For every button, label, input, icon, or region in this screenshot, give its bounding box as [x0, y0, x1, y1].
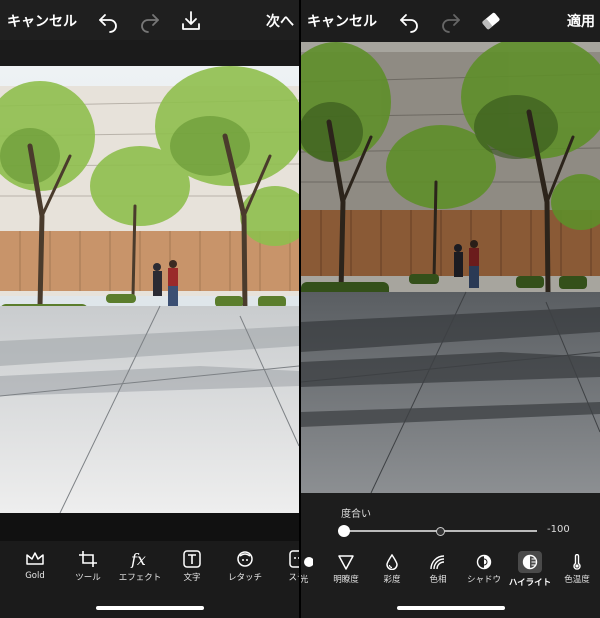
undo-icon[interactable] — [96, 9, 120, 33]
fx-icon: fx — [130, 550, 146, 568]
toolbar-label: ツール — [75, 573, 101, 583]
crop-icon — [79, 551, 97, 567]
adjustment-label: 彩度 — [383, 575, 401, 585]
adjustment-label: 色温度 — [564, 575, 590, 585]
adjustment-saturation[interactable]: 彩度 — [367, 554, 417, 585]
left-top-bar: キャンセル 次へ — [0, 0, 299, 40]
toolbar-item-gold[interactable]: Gold — [9, 550, 61, 581]
toolbar-item-retouch[interactable]: レタッチ — [219, 550, 271, 583]
text-icon — [183, 550, 201, 568]
next-button[interactable]: 次へ — [266, 11, 294, 31]
photo-canvas[interactable] — [0, 66, 299, 513]
toolbar-label: 文字 — [183, 573, 201, 583]
adjustment-label: 明瞭度 — [333, 575, 359, 585]
retouch-icon — [237, 551, 253, 567]
adjustment-clarity[interactable]: 明瞭度 — [321, 554, 371, 585]
download-icon[interactable] — [179, 9, 203, 33]
intensity-value: -100 — [547, 524, 570, 535]
toolbar-label: エフェクト — [118, 573, 162, 583]
adjustment-label: シャドウ — [466, 575, 501, 585]
adjustment-shadow[interactable]: シャドウ — [459, 554, 509, 585]
home-indicator[interactable] — [397, 606, 505, 610]
adjustment-label: ハイライト — [508, 578, 552, 588]
eraser-icon[interactable] — [479, 9, 503, 33]
active-adjustment-highlight-box — [518, 551, 542, 573]
toolbar-label: ステ — [288, 573, 299, 583]
toolbar-label: Gold — [25, 571, 45, 581]
toolbar-item-sticker[interactable]: ステ — [271, 550, 299, 583]
adjustment-highlight[interactable]: ハイライト — [505, 551, 555, 588]
photo-canvas[interactable] — [301, 42, 600, 493]
shadow-icon — [476, 554, 492, 570]
toolbar-label: レタッチ — [227, 573, 262, 583]
toolbar-item-effects[interactable]: fx エフェクト — [114, 550, 166, 583]
redo-icon[interactable] — [138, 9, 162, 33]
hue-icon — [430, 555, 445, 570]
apply-button[interactable]: 適用 — [567, 11, 595, 31]
adjustment-label: 色相 — [429, 575, 447, 585]
highlight-icon — [522, 554, 538, 570]
undo-icon[interactable] — [397, 9, 421, 33]
home-indicator[interactable] — [96, 606, 204, 610]
intensity-label: 度合い — [341, 509, 371, 520]
clarity-icon — [338, 555, 354, 570]
cancel-button[interactable]: キャンセル — [307, 11, 377, 31]
intensity-slider-center-mark — [436, 527, 445, 536]
temperature-icon — [573, 554, 581, 570]
light-icon — [304, 557, 313, 567]
right-editor-screen: キャンセル 適用 度合い -100 光 明瞭度 彩度 色相 シャドウ ハイライト… — [301, 0, 600, 618]
svg-text:fx: fx — [130, 550, 146, 568]
adjustment-temperature[interactable]: 色温度 — [552, 554, 600, 585]
redo-icon[interactable] — [439, 9, 463, 33]
intensity-slider-thumb[interactable] — [338, 525, 350, 537]
adjustment-hue[interactable]: 色相 — [413, 554, 463, 585]
toolbar-item-text[interactable]: 文字 — [166, 550, 218, 583]
left-editor-screen: キャンセル 次へ Gold ツール fx エフェクト 文字 レタッチ ス — [0, 0, 299, 618]
crown-icon — [26, 552, 44, 565]
right-top-bar: キャンセル 適用 — [301, 0, 600, 42]
cancel-button[interactable]: キャンセル — [7, 11, 77, 31]
sticker-icon — [289, 550, 299, 568]
toolbar-item-tools[interactable]: ツール — [62, 550, 114, 583]
saturation-icon — [386, 554, 398, 570]
